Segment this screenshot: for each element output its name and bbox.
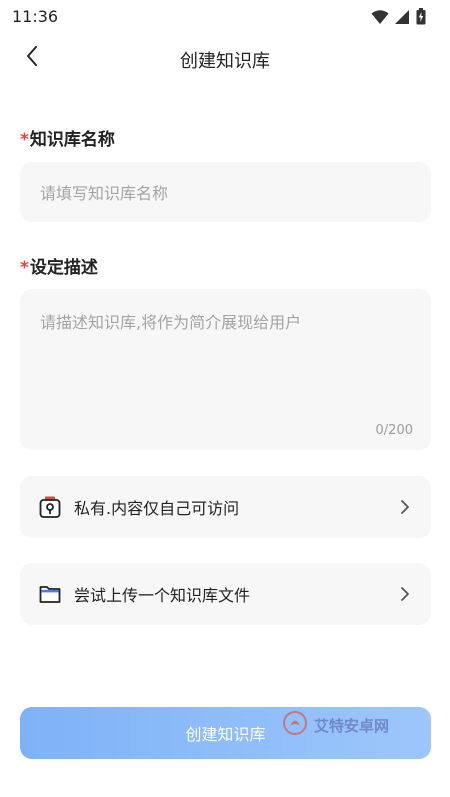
chevron-right-icon [397, 586, 413, 602]
upload-option-label: 尝试上传一个知识库文件 [74, 586, 251, 605]
header: 创建知识库 [0, 34, 450, 82]
required-mark: * [20, 130, 29, 150]
description-label: *设定描述 [20, 253, 98, 278]
watermark: 艾特安卓网 [282, 710, 389, 740]
privacy-option-label: 私有.内容仅自己可访问 [74, 499, 240, 518]
battery-icon [416, 8, 426, 29]
folder-icon [38, 582, 62, 606]
description-placeholder: 请描述知识库,将作为简介展现给用户 [40, 313, 302, 332]
wifi-icon [371, 9, 389, 29]
required-mark: * [20, 258, 29, 278]
status-icons [371, 8, 426, 29]
name-input-placeholder: 请填写知识库名称 [40, 184, 169, 203]
create-knowledge-base-screen: 11:36 创建知识库 *知识库名称 请填写知识库名称 *设定描述 请描述知识库… [0, 0, 450, 797]
status-time: 11:36 [12, 7, 59, 26]
watermark-logo-icon [282, 710, 308, 740]
char-counter: 0/200 [375, 423, 413, 438]
description-textarea[interactable]: 请描述知识库,将作为简介展现给用户 0/200 [20, 289, 431, 450]
upload-file-option[interactable]: 尝试上传一个知识库文件 [20, 563, 431, 625]
name-input[interactable]: 请填写知识库名称 [20, 162, 431, 222]
lock-icon [38, 495, 62, 519]
privacy-option[interactable]: 私有.内容仅自己可访问 [20, 476, 431, 538]
name-label-text: 知识库名称 [29, 130, 115, 150]
status-bar: 11:36 [0, 0, 450, 34]
chevron-right-icon [397, 499, 413, 515]
page-title: 创建知识库 [180, 51, 270, 72]
description-label-text: 设定描述 [29, 258, 98, 278]
signal-icon [395, 9, 410, 29]
name-label: *知识库名称 [20, 125, 115, 150]
watermark-text: 艾特安卓网 [314, 716, 390, 735]
